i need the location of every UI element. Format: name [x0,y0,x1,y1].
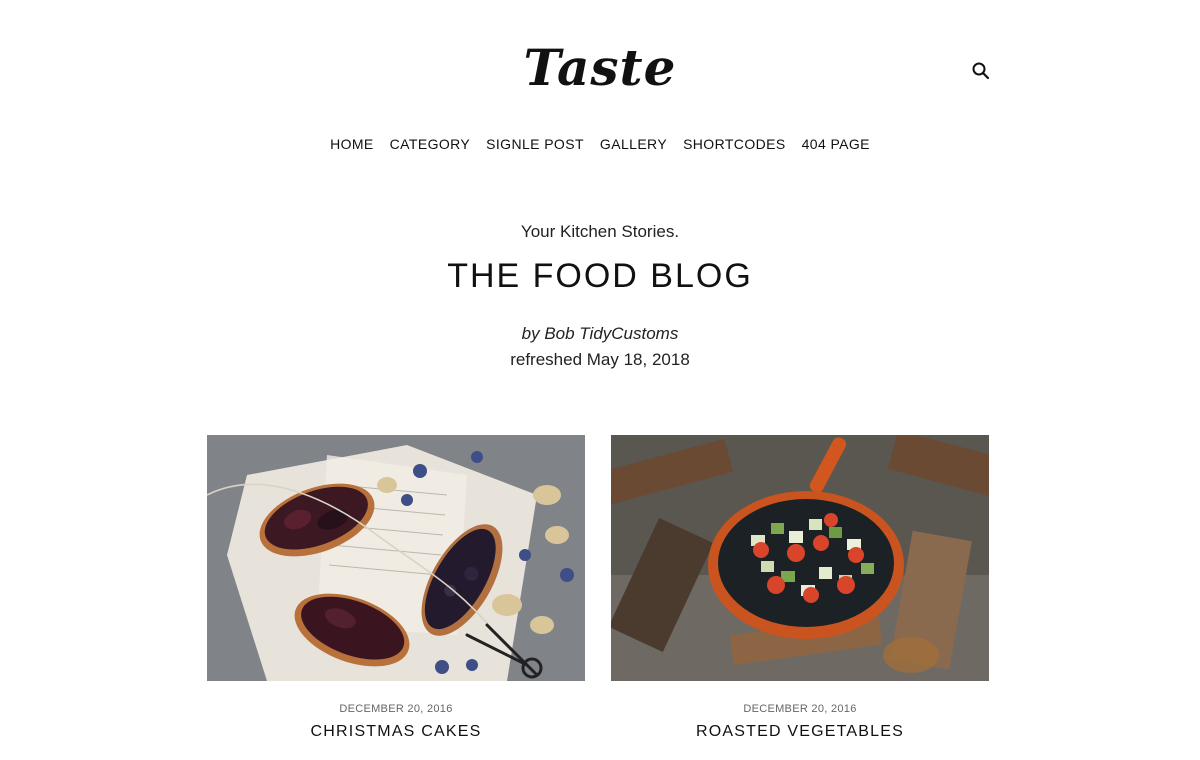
post-thumbnail-eclairs[interactable] [207,435,585,681]
nav-item-shortcodes[interactable]: SHORTCODES [683,136,786,152]
nav-item-home[interactable]: HOME [330,136,374,152]
post-title[interactable]: CHRISTMAS CAKES [207,723,585,741]
nav-item-single-post[interactable]: SIGNLE POST [486,136,584,152]
tagline: Your Kitchen Stories. [520,222,680,241]
refreshed-date: refreshed May 18, 2018 [510,350,690,369]
nav-item-category[interactable]: CATEGORY [390,136,470,152]
site-logo[interactable]: Taste [0,38,1200,98]
page-title: THE FOOD BLOG [447,257,753,295]
hero: Your Kitchen Stories. THE FOOD BLOG by B… [0,220,1200,372]
author-byline: by Bob TidyCustoms [521,324,679,343]
search-button[interactable] [970,60,992,82]
search-icon [972,62,990,80]
nav-item-404-page[interactable]: 404 PAGE [802,136,870,152]
post-card[interactable]: DECEMBER 20, 2016 ROASTED VEGETABLES [611,435,989,741]
post-title[interactable]: ROASTED VEGETABLES [611,723,989,741]
main-nav: HOME CATEGORY SIGNLE POST GALLERY SHORTC… [0,136,1200,152]
post-date: DECEMBER 20, 2016 [743,703,857,715]
post-thumbnail-vegetables[interactable] [611,435,989,681]
post-date: DECEMBER 20, 2016 [339,703,453,715]
nav-item-gallery[interactable]: GALLERY [600,136,667,152]
post-grid: DECEMBER 20, 2016 CHRISTMAS CAKES DECEMB… [207,435,989,741]
page: Taste HOME CATEGORY SIGNLE POST GALLERY … [0,0,1200,760]
post-card[interactable]: DECEMBER 20, 2016 CHRISTMAS CAKES [207,435,585,741]
